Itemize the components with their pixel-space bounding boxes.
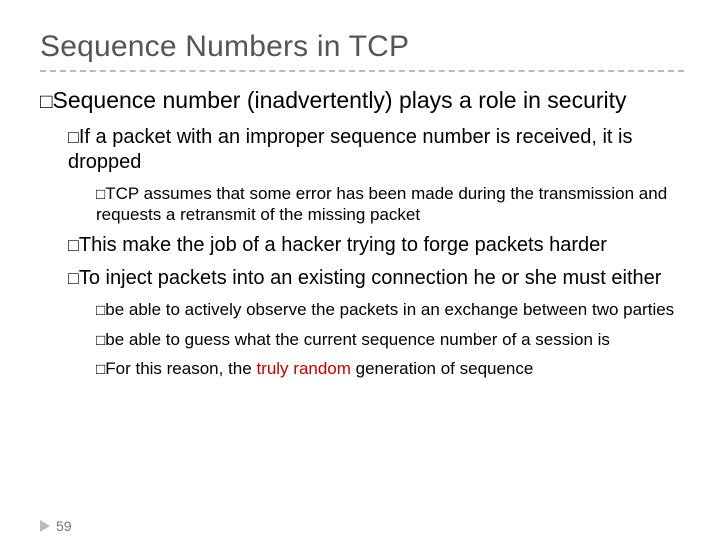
text: able to guess what the current sequence … [124,330,610,349]
text: be [105,330,124,349]
text: This [79,234,117,256]
square-bullet-icon: □ [96,301,105,320]
slide-title: Sequence Numbers in TCP [40,30,684,64]
square-bullet-icon: □ [68,234,79,257]
text: a packet with an improper sequence numbe… [68,126,633,173]
page-indicator: 59 [40,518,72,534]
text: Sequence [53,87,157,113]
square-bullet-icon: □ [68,126,79,149]
text: inject packets into an existing connecti… [100,267,661,289]
bullet-l3-1: □TCP assumes that some error has been ma… [96,183,684,226]
page-number: 59 [56,518,72,534]
bullet-l1-1: □Sequence number (inadvertently) plays a… [40,86,684,115]
bullet-l2-2: □This make the job of a hacker trying to… [68,233,684,258]
square-bullet-icon: □ [96,331,105,350]
text: generation of sequence [351,359,533,378]
text: be [105,300,124,319]
text: number (inadvertently) plays a role in s… [156,87,626,113]
square-bullet-icon: □ [96,360,105,379]
text: make the job of a hacker trying to forge… [117,234,607,256]
arrow-right-icon [40,520,50,532]
bullet-l2-3: □To inject packets into an existing conn… [68,266,684,291]
bullet-l3-4: □For this reason, the truly random gener… [96,358,684,379]
text: this reason, the [131,359,257,378]
text: able to actively observe the packets in … [124,300,674,319]
text: TCP [105,184,139,203]
square-bullet-icon: □ [40,89,53,115]
bullet-l3-2: □be able to actively observe the packets… [96,299,684,320]
bullet-l3-3: □be able to guess what the current seque… [96,329,684,350]
text: If [79,126,90,148]
emphasis-text: truly random [256,359,350,378]
square-bullet-icon: □ [96,185,105,204]
bullet-l2-1: □If a packet with an improper sequence n… [68,125,684,175]
text: assumes that some error has been made du… [96,184,667,224]
square-bullet-icon: □ [68,267,79,290]
text: For [105,359,131,378]
divider [40,70,684,72]
text: To [79,267,100,289]
slide: Sequence Numbers in TCP □Sequence number… [0,0,720,540]
